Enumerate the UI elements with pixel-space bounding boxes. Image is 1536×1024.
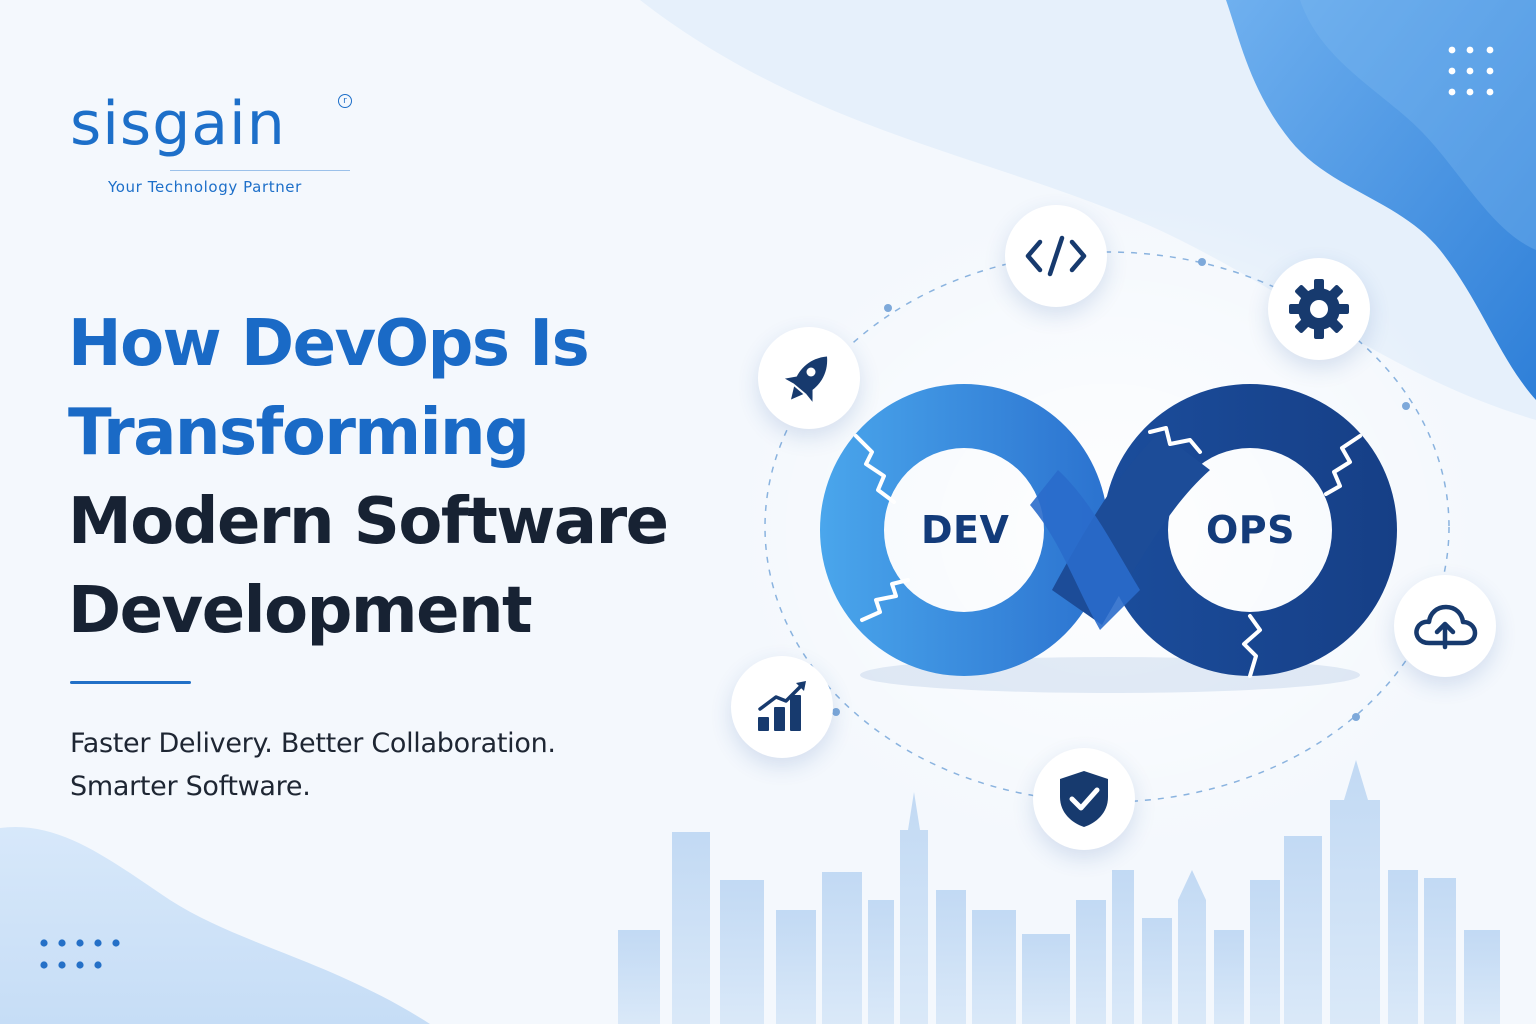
subheadline-line-1: Faster Delivery. Better Collaboration. — [70, 728, 556, 759]
code-icon — [1025, 235, 1087, 277]
code-icon-badge — [1005, 205, 1107, 307]
registered-mark: r — [338, 94, 352, 108]
shield-check-icon-badge — [1033, 748, 1135, 850]
page-title: How DevOps Is Transforming Modern Softwa… — [68, 300, 708, 656]
rocket-icon-badge — [758, 327, 860, 429]
bar-chart-icon — [758, 681, 806, 731]
rocket-icon — [784, 356, 828, 402]
dev-label: DEV — [921, 508, 1010, 552]
ops-label: OPS — [1206, 508, 1296, 552]
brand-tagline: Your Technology Partner — [108, 178, 302, 196]
headline-divider — [70, 681, 191, 684]
brand-logo: sisgain r Your Technology Partner — [70, 88, 360, 196]
subheadline-line-2: Smarter Software. — [70, 771, 311, 802]
headline-line-3: Modern Software — [68, 485, 669, 559]
headline-line-1: How DevOps Is — [68, 307, 590, 381]
cloud-upload-icon-badge — [1394, 575, 1496, 677]
subheadline: Faster Delivery. Better Collaboration. S… — [70, 722, 556, 808]
brand-name: sisgain — [70, 89, 286, 159]
headline-line-2: Transforming — [68, 396, 530, 470]
headline-line-4: Development — [68, 574, 533, 648]
gear-icon — [1289, 279, 1349, 339]
shield-check-icon — [1060, 771, 1108, 827]
cloud-upload-icon — [1414, 604, 1478, 650]
logo-rule — [170, 170, 350, 171]
bar-chart-icon-badge — [731, 656, 833, 758]
gear-icon-badge — [1268, 258, 1370, 360]
